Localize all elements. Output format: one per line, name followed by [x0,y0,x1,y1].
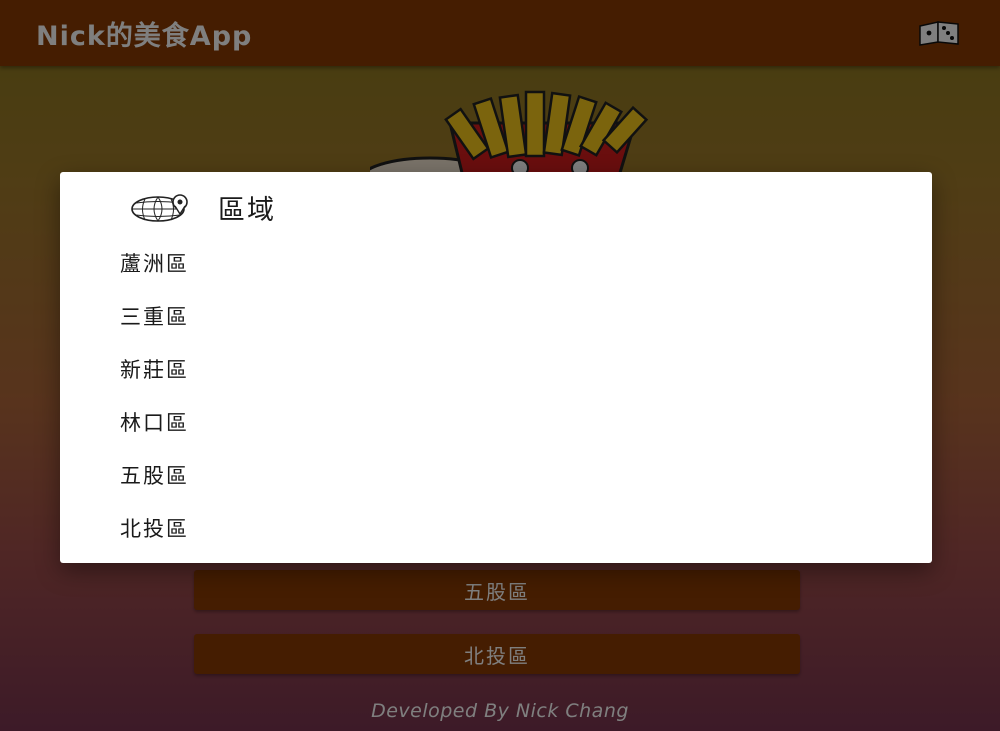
district-selection-dialog: 區域 蘆洲區 三重區 新莊區 林口區 五股區 北投區 [60,172,932,563]
option-linkou[interactable]: 林口區 [60,395,932,447]
option-label: 蘆洲區 [120,252,189,276]
option-beitou[interactable]: 北投區 [60,501,932,553]
option-label: 北投區 [120,517,189,541]
option-xinzhuang[interactable]: 新莊區 [60,342,932,394]
dialog-title: 區域 [218,195,276,226]
option-label: 林口區 [120,411,189,435]
option-label: 三重區 [120,305,189,329]
option-luzhou[interactable]: 蘆洲區 [60,236,932,288]
dialog-header: 區域 [60,172,932,240]
option-label: 新莊區 [120,358,189,382]
option-sanchong[interactable]: 三重區 [60,289,932,341]
option-wugu[interactable]: 五股區 [60,448,932,500]
globe-pin-icon [128,192,194,224]
option-label: 五股區 [120,464,189,488]
